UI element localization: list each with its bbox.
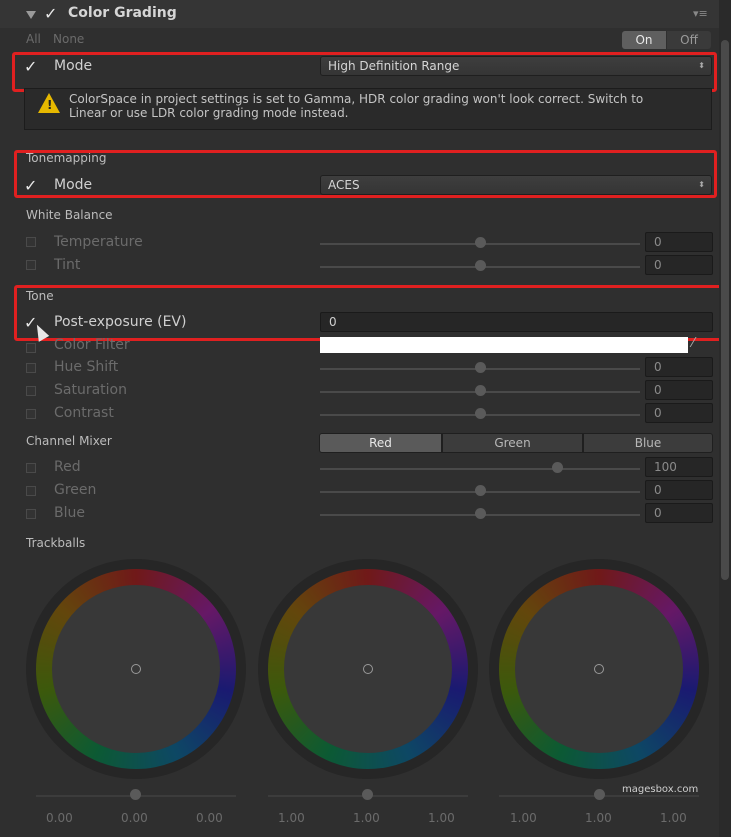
trackball-lift-value-1: 0.00	[46, 811, 73, 825]
trackballs-section-title: Trackballs	[26, 536, 86, 550]
trackball-gamma-value-3: 1.00	[428, 811, 455, 825]
tonemapping-dropdown-value: ACES	[328, 178, 360, 192]
mode-label: Mode	[54, 58, 93, 74]
saturation-slider-thumb[interactable]	[475, 385, 486, 396]
mode-dropdown-value: High Definition Range	[328, 59, 460, 73]
color-filter-label: Color Filter	[54, 337, 130, 353]
tonemapping-mode-label: Mode	[54, 177, 93, 193]
tab-green[interactable]: Green	[442, 433, 583, 453]
post-exposure-field[interactable]: 0	[320, 312, 713, 332]
saturation-checkbox[interactable]	[26, 386, 36, 396]
trackball-gain-value-3: 1.00	[660, 811, 687, 825]
trackball-gamma-slider-thumb[interactable]	[362, 789, 373, 800]
trackball-gain-value-1: 1.00	[510, 811, 537, 825]
hue-shift-value-field[interactable]: 0	[645, 357, 713, 377]
trackball-lift-slider-thumb[interactable]	[130, 789, 141, 800]
options-menu-icon[interactable]: ▾≡	[693, 7, 708, 20]
tab-blue[interactable]: Blue	[583, 433, 713, 453]
tint-slider-thumb[interactable]	[475, 260, 486, 271]
none-button[interactable]: None	[53, 32, 84, 46]
enable-checkbox-icon[interactable]: ✓	[44, 4, 57, 23]
foldout-triangle-icon[interactable]	[26, 11, 36, 19]
dropdown-arrow-icon: ⬍	[698, 61, 705, 70]
mixer-blue-checkbox[interactable]	[26, 509, 36, 519]
mode-checkbox-icon[interactable]: ✓	[24, 57, 37, 76]
mixer-green-label: Green	[54, 482, 97, 498]
watermark: magesbox.com	[622, 784, 699, 795]
on-button[interactable]: On	[622, 31, 666, 49]
trackball-gain-handle[interactable]	[594, 664, 604, 674]
eyedropper-icon[interactable]: ⁄	[692, 336, 694, 351]
color-filter-swatch[interactable]	[320, 337, 688, 353]
tab-red[interactable]: Red	[319, 433, 442, 453]
temperature-label: Temperature	[54, 234, 143, 250]
white-balance-section-title: White Balance	[26, 208, 113, 222]
warning-line-1: ColorSpace in project settings is set to…	[69, 92, 644, 106]
mixer-green-checkbox[interactable]	[26, 486, 36, 496]
warning-icon-mark: !	[47, 98, 53, 112]
dropdown-arrow-icon: ⬍	[698, 180, 705, 189]
all-button[interactable]: All	[26, 32, 41, 46]
trackball-gamma-handle[interactable]	[363, 664, 373, 674]
trackball-gamma-value-1: 1.00	[278, 811, 305, 825]
post-exposure-label: Post-exposure (EV)	[54, 314, 187, 330]
mixer-red-checkbox[interactable]	[26, 463, 36, 473]
color-filter-checkbox[interactable]	[26, 343, 36, 353]
contrast-slider-thumb[interactable]	[475, 408, 486, 419]
channel-mixer-section-title: Channel Mixer	[26, 434, 112, 448]
scrollbar-thumb[interactable]	[721, 40, 729, 580]
mode-dropdown[interactable]: High Definition Range ⬍	[320, 56, 712, 76]
temperature-value-field[interactable]: 0	[645, 232, 713, 252]
mixer-blue-slider-thumb[interactable]	[475, 508, 486, 519]
trackball-lift-handle[interactable]	[131, 664, 141, 674]
trackball-lift-value-2: 0.00	[121, 811, 148, 825]
hue-shift-label: Hue Shift	[54, 359, 119, 375]
mixer-red-label: Red	[54, 459, 81, 475]
mixer-red-value-field[interactable]: 100	[645, 457, 713, 477]
contrast-checkbox[interactable]	[26, 409, 36, 419]
warning-line-2: Linear or use LDR color grading mode ins…	[69, 106, 349, 120]
section-title: Color Grading	[68, 5, 177, 21]
tonemapping-dropdown[interactable]: ACES ⬍	[320, 175, 712, 195]
hue-shift-checkbox[interactable]	[26, 363, 36, 373]
mixer-green-value-field[interactable]: 0	[645, 480, 713, 500]
tint-checkbox[interactable]	[26, 260, 36, 270]
saturation-value-field[interactable]: 0	[645, 380, 713, 400]
mixer-red-slider-track[interactable]	[320, 468, 640, 470]
mixer-blue-label: Blue	[54, 505, 85, 521]
tint-label: Tint	[54, 257, 81, 273]
mixer-blue-value-field[interactable]: 0	[645, 503, 713, 523]
temperature-checkbox[interactable]	[26, 237, 36, 247]
trackball-lift-value-3: 0.00	[196, 811, 223, 825]
mixer-green-slider-thumb[interactable]	[475, 485, 486, 496]
contrast-label: Contrast	[54, 405, 114, 421]
temperature-slider-thumb[interactable]	[475, 237, 486, 248]
trackball-gamma-value-2: 1.00	[353, 811, 380, 825]
tonemapping-checkbox-icon[interactable]: ✓	[24, 176, 37, 195]
tint-value-field[interactable]: 0	[645, 255, 713, 275]
trackball-gain-slider-thumb[interactable]	[594, 789, 605, 800]
contrast-value-field[interactable]: 0	[645, 403, 713, 423]
off-button[interactable]: Off	[667, 31, 711, 49]
trackball-gain-value-2: 1.00	[585, 811, 612, 825]
mixer-red-slider-thumb[interactable]	[552, 462, 563, 473]
hue-shift-slider-thumb[interactable]	[475, 362, 486, 373]
saturation-label: Saturation	[54, 382, 127, 398]
